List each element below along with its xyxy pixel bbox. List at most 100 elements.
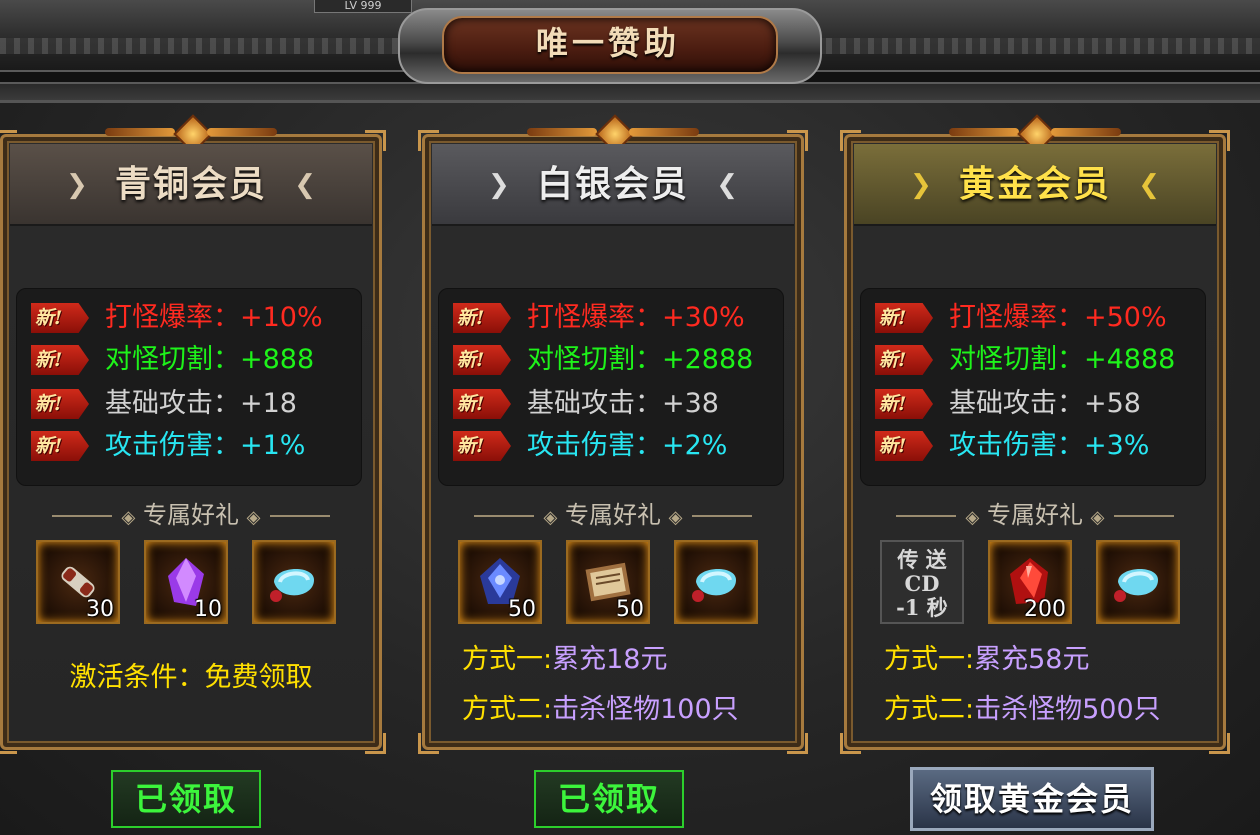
frame-corner [418,733,439,754]
gift-title-label: 专属好礼 [565,501,661,529]
ornament-right-icon: ❮ [1138,170,1160,200]
method-two-label: 方式二: [462,694,553,725]
gift-title-label: 专属好礼 [987,501,1083,529]
tier-name: 白银会员 [536,163,689,205]
method-one-label: 方式一: [462,644,553,675]
frame-corner [840,733,861,754]
stat-row: 新! 攻击伤害：+2% [453,427,783,463]
new-badge: 新! [31,345,89,375]
crest-ornament-icon [527,114,699,154]
tier-header: ❯ 白银会员 ❮ [432,144,794,226]
gift-title: ◈ 专属好礼 ◈ [422,500,804,533]
new-badge: 新! [875,303,933,333]
window-title: 唯一赞助 [535,24,680,62]
tier-name: 青铜会员 [114,163,267,205]
reward-count: 30 [86,597,114,622]
activation-condition: 激活条件：免费领取 [0,658,382,698]
frame-corner [1209,733,1230,754]
ornament-right-icon: ❮ [716,170,738,200]
tier-card-silver: ❯ 白银会员 ❮ 新! 打怪爆率：+30% 新! 对怪切割：+2888 新! 基… [418,114,808,754]
gift-title: ◈ 专属好礼 ◈ [844,500,1226,533]
stat-row: 新! 攻击伤害：+3% [875,427,1205,463]
reward-slot[interactable]: 10 [144,540,228,624]
claim-gold-button[interactable]: 领取黄金会员 [910,767,1154,831]
cyan-orb-icon [270,568,314,602]
method-one-label: 方式一: [884,644,975,675]
stat-drop-rate: 打怪爆率：+10% [105,302,323,333]
stat-cut: 对怪切割：+2888 [527,344,754,375]
stat-row: 新! 对怪切割：+888 [31,341,361,377]
top-frame: LV 999 唯一赞助 [0,0,1260,103]
reward-count: 50 [508,597,536,622]
method-one-value: 累充18元 [552,644,668,675]
ornament-right-icon: ❮ [294,170,316,200]
teleport-line-2: CD [904,571,940,596]
new-badge: 新! [875,389,933,419]
method-one: 方式一:累充58元 [884,640,1260,680]
stat-row: 新! 攻击伤害：+1% [31,427,361,463]
new-badge: 新! [453,431,511,461]
stat-damage: 攻击伤害：+2% [527,430,728,461]
stat-row: 新! 基础攻击：+58 [875,385,1205,421]
frame-corner [365,733,386,754]
new-badge: 新! [31,303,89,333]
stat-row: 新! 基础攻击：+18 [31,385,361,421]
new-badge: 新! [453,303,511,333]
gift-title: ◈ 专属好礼 ◈ [0,500,382,533]
method-one: 方式一:累充18元 [462,640,844,680]
sponsor-panel: LV 999 唯一赞助 1 F9 D ❯ 青铜会员 ❮ 新! 打怪爆率：+10% [0,0,1260,835]
method-two-label: 方式二: [884,694,975,725]
silver-claimed-button[interactable]: 已领取 [534,770,684,828]
method-two: 方式二:击杀怪物500只 [884,690,1260,730]
stat-row: 新! 打怪爆率：+50% [875,299,1205,335]
teleport-line-1: 传 送 [897,547,947,572]
stat-list: 新! 打怪爆率：+30% 新! 对怪切割：+2888 新! 基础攻击：+38 新… [438,288,784,486]
crest-ornament-icon [105,114,277,154]
gift-title-label: 专属好礼 [143,501,239,529]
reward-count: 10 [194,597,222,622]
stat-damage: 攻击伤害：+1% [105,430,306,461]
bronze-claimed-button[interactable]: 已领取 [111,770,261,828]
stat-base-attack: 基础攻击：+38 [527,388,719,419]
tier-name: 黄金会员 [958,163,1111,205]
reward-count: 200 [1024,597,1066,622]
stat-row: 新! 打怪爆率：+10% [31,299,361,335]
reward-count: 50 [616,597,644,622]
stat-list: 新! 打怪爆率：+10% 新! 对怪切割：+888 新! 基础攻击：+18 新!… [16,288,362,486]
stat-row: 新! 打怪爆率：+30% [453,299,783,335]
new-badge: 新! [31,389,89,419]
stat-base-attack: 基础攻击：+18 [105,388,297,419]
stat-base-attack: 基础攻击：+58 [949,388,1141,419]
tier-card-gold: ❯ 黄金会员 ❮ 新! 打怪爆率：+50% 新! 对怪切割：+4888 新! 基… [840,114,1230,754]
tier-header: ❯ 黄金会员 ❮ [854,144,1216,226]
method-two-value: 击杀怪物100只 [552,694,739,725]
cyan-orb-icon [1114,568,1158,602]
frame-corner [0,733,17,754]
method-one-value: 累充58元 [974,644,1090,675]
stat-row: 新! 对怪切割：+4888 [875,341,1205,377]
reward-slot[interactable]: 50 [566,540,650,624]
teleport-cd-icon: 传 送 CD -1 秒 [882,548,962,620]
reward-slot[interactable] [252,540,336,624]
stat-cut: 对怪切割：+4888 [949,344,1176,375]
reward-slot[interactable]: 50 [458,540,542,624]
new-badge: 新! [453,345,511,375]
condition-text: 激活条件：免费领取 [69,662,313,693]
reward-slot[interactable]: 200 [988,540,1072,624]
cyan-orb-icon [692,568,736,602]
reward-slot[interactable]: 传 送 CD -1 秒 [880,540,964,624]
stat-drop-rate: 打怪爆率：+30% [527,302,745,333]
stat-cut: 对怪切割：+888 [105,344,315,375]
tier-card-bronze: ❯ 青铜会员 ❮ 新! 打怪爆率：+10% 新! 对怪切割：+888 新! 基础… [0,114,386,754]
crest-ornament-icon [949,114,1121,154]
title-plate: 唯一赞助 [398,2,822,86]
stat-row: 新! 基础攻击：+38 [453,385,783,421]
reward-slot[interactable]: 30 [36,540,120,624]
new-badge: 新! [453,389,511,419]
frame-corner [787,733,808,754]
stat-damage: 攻击伤害：+3% [949,430,1150,461]
method-two-value: 击杀怪物500只 [974,694,1161,725]
tier-header: ❯ 青铜会员 ❮ [10,144,372,226]
reward-slot[interactable] [674,540,758,624]
reward-slot[interactable] [1096,540,1180,624]
